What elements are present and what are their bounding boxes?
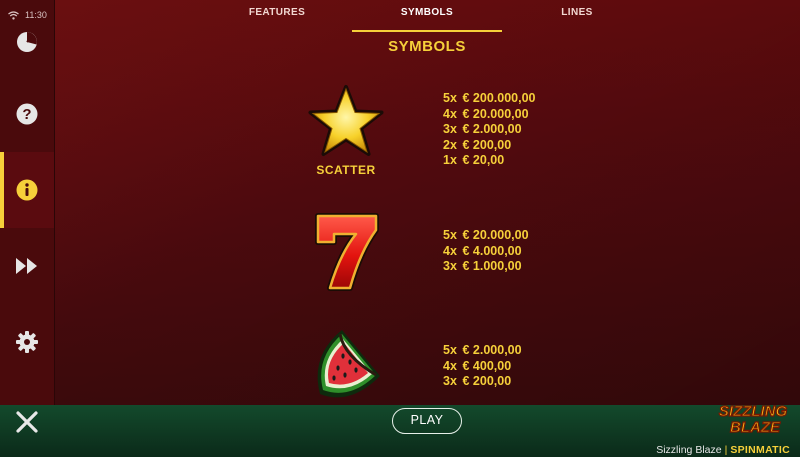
info-icon	[16, 179, 38, 201]
payout-multiplier: 5x	[443, 228, 457, 242]
tab-features[interactable]: FEATURES	[202, 0, 352, 30]
section-title: SYMBOLS	[388, 38, 466, 55]
payout-multiplier: 3x	[443, 374, 457, 388]
payout-multiplier: 1x	[443, 153, 457, 167]
gear-icon	[16, 331, 38, 353]
play-button[interactable]: PLAY	[392, 408, 462, 434]
seven-symbol	[314, 212, 380, 297]
tab-bar: FEATURES SYMBOLS LINES	[54, 0, 800, 32]
payout-row: 4x € 4.000,00	[443, 244, 529, 260]
payout-amount: € 2.000,00	[462, 122, 522, 136]
seven-payouts: 5x € 20.000,00 4x € 4.000,00 3x € 1.000,…	[443, 228, 529, 275]
payout-row: 5x € 20.000,00	[443, 228, 529, 244]
scatter-label: SCATTER	[316, 163, 376, 177]
close-button[interactable]	[14, 409, 40, 435]
payout-row: 2x € 200,00	[443, 138, 535, 154]
logo-text-line1: SIZZLING	[719, 403, 788, 420]
payout-multiplier: 4x	[443, 106, 457, 121]
help-button[interactable]: ?	[0, 76, 54, 152]
seven-icon	[315, 213, 379, 291]
payout-amount: € 200.000,00	[462, 91, 536, 105]
payout-row: 4x € 20.000,00	[443, 107, 535, 123]
payout-multiplier: 3x	[443, 259, 457, 273]
settings-button[interactable]	[0, 304, 54, 380]
payout-multiplier: 3x	[443, 122, 457, 136]
payout-row: 5x € 2.000,00	[443, 343, 522, 359]
footer-credit: Sizzling Blaze | SPINMATIC	[656, 444, 790, 456]
turbo-button[interactable]	[0, 228, 54, 304]
svg-text:?: ?	[22, 106, 31, 123]
payout-row: 3x € 1.000,00	[443, 259, 529, 275]
payout-row: 3x € 2.000,00	[443, 122, 535, 138]
watermelon-icon	[317, 330, 380, 398]
logo-text-line2: BLAZE	[730, 419, 781, 435]
payout-multiplier: 2x	[443, 137, 457, 152]
tab-symbols[interactable]: SYMBOLS	[352, 0, 502, 32]
star-payouts: 5x € 200.000,00 4x € 20.000,00 3x € 2.00…	[443, 91, 535, 169]
payout-amount: € 4.000,00	[462, 243, 522, 258]
payout-multiplier: 5x	[443, 91, 457, 105]
history-chart-icon	[17, 32, 37, 52]
star-symbol	[308, 84, 384, 165]
payout-multiplier: 4x	[443, 358, 457, 373]
payout-amount: € 2.000,00	[462, 343, 522, 357]
payout-amount: € 200,00	[462, 374, 512, 388]
close-icon	[16, 411, 38, 433]
payout-row: 5x € 200.000,00	[443, 91, 535, 107]
sidebar: 11:30 ?	[0, 0, 55, 405]
watermelon-symbol	[310, 326, 390, 407]
payout-amount: € 20.000,00	[462, 106, 529, 121]
star-icon	[308, 85, 384, 156]
game-name: Sizzling Blaze	[656, 444, 722, 456]
question-icon: ?	[16, 103, 38, 125]
payout-amount: € 200,00	[462, 137, 512, 152]
payout-amount: € 1.000,00	[462, 259, 522, 273]
payout-amount: € 20,00	[462, 153, 505, 167]
payout-row: 1x € 20,00	[443, 153, 535, 169]
payout-row: 3x € 200,00	[443, 374, 522, 390]
payout-row: 4x € 400,00	[443, 359, 522, 375]
info-button[interactable]	[0, 152, 54, 228]
payout-multiplier: 4x	[443, 243, 457, 258]
game-logo: SIZZLING BLAZE	[708, 401, 798, 436]
payout-amount: € 20.000,00	[462, 228, 529, 242]
paytable-panel	[54, 0, 800, 405]
separator: |	[724, 444, 728, 456]
fast-forward-icon	[16, 258, 37, 274]
provider-name: SPINMATIC	[730, 444, 790, 456]
history-button[interactable]	[0, 0, 54, 76]
tab-lines[interactable]: LINES	[502, 0, 652, 30]
payout-amount: € 400,00	[462, 358, 512, 373]
watermelon-payouts: 5x € 2.000,00 4x € 400,00 3x € 200,00	[443, 343, 522, 390]
payout-multiplier: 5x	[443, 343, 457, 357]
